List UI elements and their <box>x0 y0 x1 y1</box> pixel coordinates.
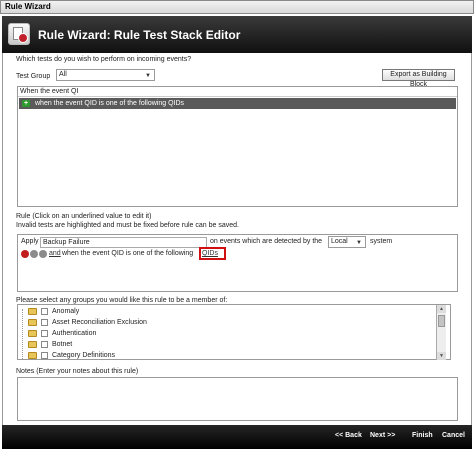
apply-label: Apply <box>21 238 39 245</box>
group-item-label: Anomaly <box>52 308 80 315</box>
move-up-icon[interactable] <box>30 250 38 258</box>
groups-label: Please select any groups you would like … <box>16 297 228 304</box>
test-search-input[interactable]: When the event QI <box>18 87 457 97</box>
group-checkbox[interactable] <box>41 352 48 359</box>
rule-name-input[interactable]: Backup Failure <box>40 237 207 248</box>
window-title: Rule Wizard <box>0 0 474 14</box>
system-select-value: Local <box>331 238 348 245</box>
test-group-select[interactable]: All ▼ <box>56 69 155 81</box>
folder-icon <box>28 330 37 337</box>
cancel-button[interactable]: Cancel <box>442 432 465 439</box>
add-test-icon[interactable]: + <box>22 100 30 107</box>
wizard-header: Rule Wizard: Rule Test Stack Editor <box>2 16 472 53</box>
and-operator-link[interactable]: and <box>49 250 61 257</box>
group-item-label: Asset Reconciliation Exclusion <box>52 319 147 326</box>
group-item-label: Botnet <box>52 341 73 348</box>
chevron-down-icon: ▼ <box>145 73 151 79</box>
next-button[interactable]: Next >> <box>370 432 395 439</box>
folder-icon <box>28 319 37 326</box>
rule-label: Rule (Click on an underlined value to ed… <box>16 213 152 220</box>
group-item-label: Category Definitions <box>52 352 116 359</box>
back-button[interactable]: << Back <box>335 432 362 439</box>
folder-icon <box>28 308 37 315</box>
tests-prompt: Which tests do you wish to perform on in… <box>16 56 192 63</box>
group-checkbox[interactable] <box>41 341 48 348</box>
scroll-thumb[interactable] <box>438 315 445 327</box>
test-group-label: Test Group <box>16 73 51 80</box>
notes-label: Notes (Enter your notes about this rule) <box>16 368 139 375</box>
scroll-up-icon[interactable]: ▲ <box>437 305 446 313</box>
rule-hint: Invalid tests are highlighted and must b… <box>16 222 239 229</box>
finish-button[interactable]: Finish <box>412 432 433 439</box>
tree-connector <box>22 309 23 359</box>
group-checkbox[interactable] <box>41 319 48 326</box>
groups-scrollbar[interactable]: ▲ ▼ <box>436 305 446 360</box>
test-list-item[interactable]: + when the event QID is one of the follo… <box>19 98 456 109</box>
export-building-block-button[interactable]: Export as Building Block <box>382 69 455 88</box>
page-title: Rule Wizard: Rule Test Stack Editor <box>38 28 241 42</box>
rule-document-icon <box>8 23 30 45</box>
group-checkbox[interactable] <box>41 330 48 337</box>
wizard-body: Which tests do you wish to perform on in… <box>2 53 472 425</box>
group-checkbox[interactable] <box>41 308 48 315</box>
move-down-icon[interactable] <box>39 250 47 258</box>
test-list-item-label: when the event QID is one of the followi… <box>35 100 185 107</box>
invalid-test-highlight <box>199 247 226 260</box>
remove-test-icon[interactable] <box>21 250 29 258</box>
chevron-down-icon: ▼ <box>356 240 362 246</box>
groups-tree: Anomaly Asset Reconciliation Exclusion A… <box>17 304 451 360</box>
condition-text: when the event QID is one of the followi… <box>62 250 194 257</box>
group-item-label: Authentication <box>52 330 97 337</box>
rule-editor: Apply Backup Failure on events which are… <box>17 234 458 292</box>
folder-icon <box>28 341 37 348</box>
wizard-footer: << Back Next >> Finish Cancel <box>2 425 472 449</box>
test-list: When the event QI + when the event QID i… <box>17 86 458 207</box>
system-label: system <box>370 238 393 245</box>
notes-textarea[interactable] <box>17 377 458 421</box>
folder-icon <box>28 352 37 359</box>
test-group-value: All <box>59 71 67 78</box>
on-events-text: on events which are detected by the <box>210 238 323 245</box>
scroll-down-icon[interactable]: ▼ <box>437 352 446 360</box>
system-select[interactable]: Local ▼ <box>328 236 366 248</box>
